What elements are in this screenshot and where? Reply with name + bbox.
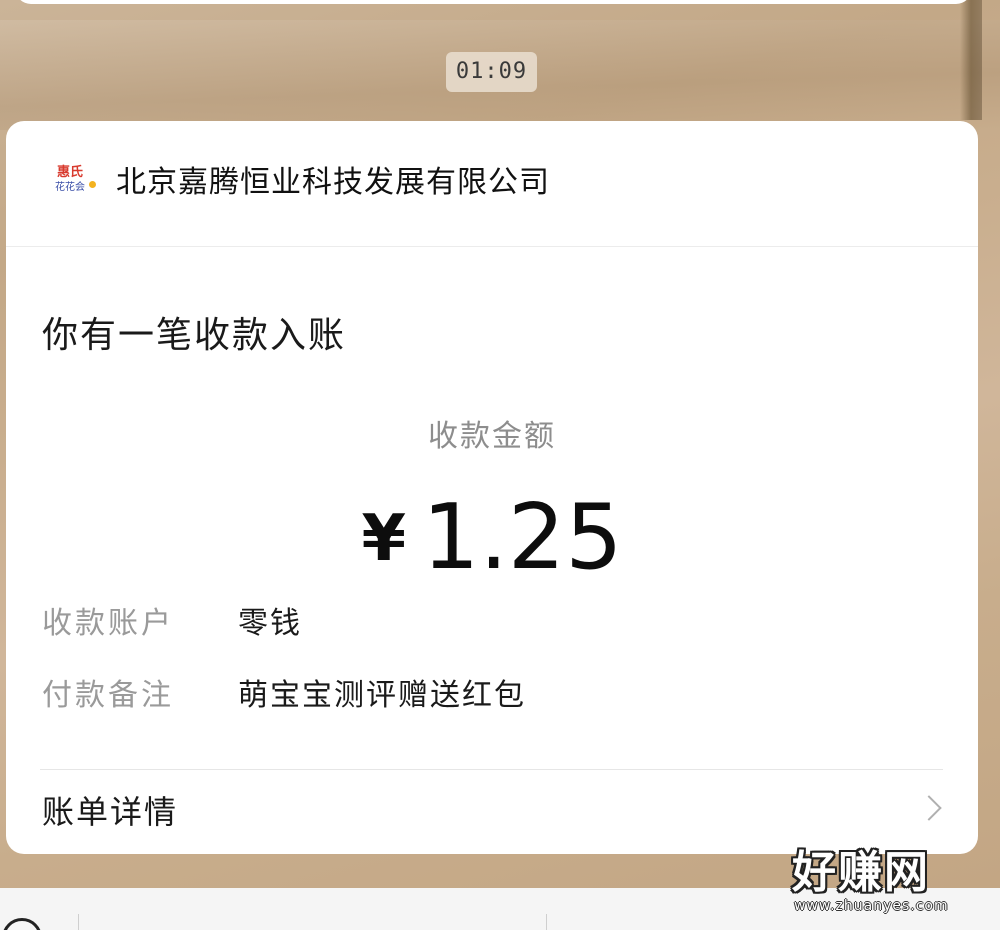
logo-top-text: 惠氏 — [56, 165, 83, 180]
bar-divider — [546, 914, 547, 930]
site-watermark: 好赚网 www.zhuanyes.com — [792, 848, 980, 918]
account-label: 收款账户 — [42, 606, 174, 641]
divider — [40, 769, 943, 770]
amount-label: 收款金额 — [428, 419, 556, 454]
notice-title: 你有一笔收款入账 — [42, 315, 347, 356]
currency-symbol: ¥ — [361, 502, 407, 576]
watermark-main-text: 好赚网 — [792, 847, 930, 898]
info-row-remark: 付款备注 萌宝宝测评赠送红包 — [42, 671, 526, 721]
amount-display: ¥1.25 — [6, 483, 978, 594]
voice-icon[interactable] — [2, 918, 42, 930]
message-timestamp: 01:09 — [446, 52, 537, 92]
remark-label: 付款备注 — [42, 678, 174, 713]
bill-details-link[interactable]: 账单详情 — [6, 771, 978, 854]
bar-divider — [78, 914, 79, 930]
bill-details-label: 账单详情 — [42, 793, 179, 831]
card-header[interactable]: 惠氏 花花会 北京嘉腾恒业科技发展有限公司 — [6, 121, 978, 247]
info-row-account: 收款账户 零钱 — [42, 599, 302, 649]
payment-notice-card[interactable]: 惠氏 花花会 北京嘉腾恒业科技发展有限公司 你有一笔收款入账 收款金额 ¥1.2… — [6, 121, 978, 854]
amount-value: 1.25 — [422, 485, 623, 590]
previous-message-card[interactable] — [15, 0, 972, 4]
chevron-right-icon — [916, 795, 942, 821]
logo-bottom-text: 花花会 — [55, 182, 85, 193]
remark-value: 萌宝宝测评赠送红包 — [238, 678, 526, 713]
watermark-url-text: www.zhuanyes.com — [794, 898, 949, 914]
wallpaper-edge — [960, 0, 982, 120]
logo-bulb-icon — [89, 181, 96, 188]
sender-name: 北京嘉腾恒业科技发展有限公司 — [116, 165, 550, 200]
account-value: 零钱 — [238, 606, 302, 641]
sender-logo: 惠氏 花花会 — [48, 165, 96, 199]
